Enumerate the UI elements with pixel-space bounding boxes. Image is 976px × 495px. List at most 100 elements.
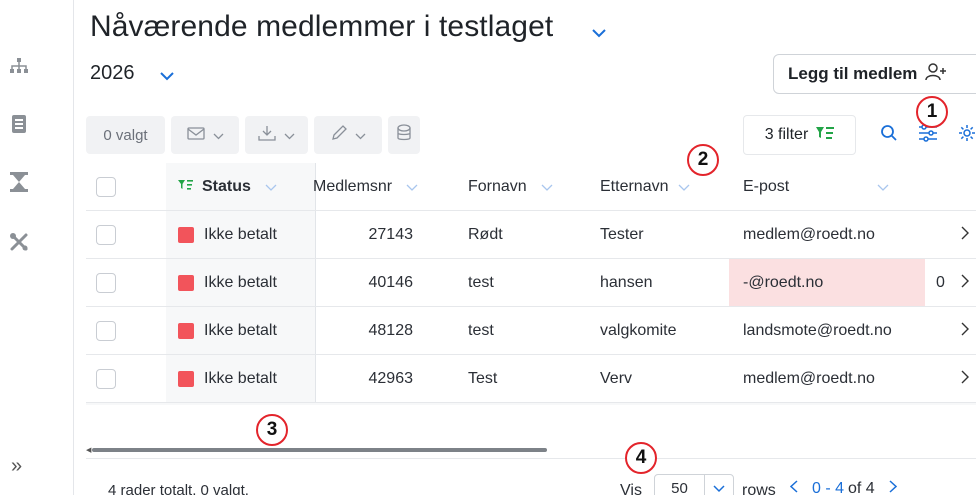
extra-cell: 0 bbox=[936, 273, 945, 291]
row-checkbox[interactable] bbox=[96, 320, 116, 341]
epost-cell: medlem@roedt.no bbox=[743, 225, 875, 243]
sort-chevron-icon[interactable] bbox=[406, 178, 418, 196]
column-header-label: Status bbox=[202, 177, 251, 195]
epost-cell: landsmote@roedt.no bbox=[743, 321, 892, 339]
unpaid-status-square-icon bbox=[178, 226, 194, 243]
callout-marker-2: 2 bbox=[687, 144, 719, 176]
gear-icon[interactable] bbox=[958, 124, 976, 147]
medlemsnr-cell: 48128 bbox=[368, 321, 414, 339]
filter-active-icon bbox=[178, 178, 194, 196]
sort-chevron-icon[interactable] bbox=[678, 178, 690, 196]
column-header-fornavn[interactable]: Fornavn bbox=[468, 163, 553, 210]
row-open-chevron-icon[interactable] bbox=[961, 370, 969, 389]
title-chevron-down-icon[interactable] bbox=[592, 25, 606, 43]
status-label: Ikke betalt bbox=[204, 225, 277, 243]
callout-marker-3: 3 bbox=[256, 414, 288, 446]
status-label: Ikke betalt bbox=[204, 321, 277, 339]
total-rows-text: 4 rader totalt, 0 valgt. bbox=[108, 482, 249, 495]
chevron-down-icon bbox=[355, 127, 366, 144]
etternavn-cell: hansen bbox=[600, 273, 653, 291]
chevron-down-icon bbox=[713, 480, 725, 495]
row-checkbox[interactable] bbox=[96, 224, 116, 245]
medlemsnr-cell: 27143 bbox=[368, 225, 414, 243]
edit-button[interactable] bbox=[314, 116, 382, 154]
etternavn-cell: valgkomite bbox=[600, 321, 677, 339]
bulk-actions-toolbar: 0 valgt bbox=[86, 116, 420, 154]
status-cell: Ikke betalt bbox=[166, 211, 316, 258]
sort-chevron-icon[interactable] bbox=[265, 178, 277, 196]
selected-count-button[interactable]: 0 valgt bbox=[86, 116, 165, 154]
column-header-label: Fornavn bbox=[468, 177, 527, 195]
select-all-checkbox-cell bbox=[96, 163, 116, 210]
chevron-down-icon bbox=[213, 127, 224, 144]
add-member-label: Legg til medlem bbox=[788, 64, 918, 83]
contacts-book-icon[interactable] bbox=[9, 114, 29, 134]
rows-per-page-select[interactable]: 50 bbox=[654, 474, 734, 495]
row-checkbox[interactable] bbox=[96, 272, 116, 293]
download-button[interactable] bbox=[245, 116, 308, 154]
database-button[interactable] bbox=[388, 116, 420, 154]
tools-icon[interactable] bbox=[9, 232, 29, 252]
selected-count-label: 0 valgt bbox=[103, 126, 148, 144]
status-cell: Ikke betalt bbox=[166, 307, 316, 354]
pencil-icon bbox=[331, 125, 347, 145]
org-chart-icon[interactable] bbox=[9, 56, 29, 76]
send-email-button[interactable] bbox=[171, 116, 239, 154]
add-user-icon bbox=[925, 62, 947, 87]
scroll-left-arrow-icon[interactable]: ◀ bbox=[86, 446, 91, 454]
page-range-text: 0 - 4 bbox=[812, 480, 845, 495]
medlemsnr-cell: 42963 bbox=[368, 369, 414, 387]
column-header-label: E-post bbox=[743, 177, 790, 195]
fornavn-cell: test bbox=[468, 273, 494, 291]
row-checkbox-cell bbox=[96, 259, 116, 306]
table-row[interactable]: Ikke betalt 48128 test valgkomite landsm… bbox=[86, 307, 976, 355]
previous-page-chevron-icon[interactable] bbox=[789, 480, 798, 495]
envelope-icon bbox=[186, 126, 205, 144]
fornavn-cell: Rødt bbox=[468, 225, 503, 243]
column-header-medlemsnr[interactable]: Medlemsnr bbox=[313, 163, 418, 210]
callout-marker-4: 4 bbox=[625, 442, 657, 474]
year-selector[interactable]: 2026 bbox=[90, 62, 135, 85]
filter-list-icon bbox=[816, 126, 835, 145]
table-row[interactable]: Ikke betalt 42963 Test Verv medlem@roedt… bbox=[86, 355, 976, 403]
year-chevron-down-icon[interactable] bbox=[160, 68, 174, 86]
add-member-button[interactable]: Legg til medlem bbox=[773, 54, 976, 94]
search-icon[interactable] bbox=[880, 124, 898, 147]
row-open-chevron-icon[interactable] bbox=[961, 226, 969, 245]
row-checkbox-cell bbox=[96, 355, 116, 402]
unpaid-status-square-icon bbox=[178, 274, 194, 291]
rows-per-page-value: 50 bbox=[655, 475, 705, 495]
status-label: Ikke betalt bbox=[204, 273, 277, 291]
column-header-epost[interactable]: E-post bbox=[743, 163, 923, 210]
members-table: Status Medlemsnr Fornavn Etternavn E-pos… bbox=[86, 163, 976, 405]
select-all-checkbox[interactable] bbox=[96, 176, 116, 197]
next-page-chevron-icon[interactable] bbox=[889, 480, 897, 495]
sort-chevron-icon[interactable] bbox=[541, 178, 553, 196]
status-cell: Ikke betalt bbox=[166, 259, 316, 306]
hourglass-icon[interactable] bbox=[9, 172, 29, 192]
unpaid-status-square-icon bbox=[178, 370, 194, 387]
status-label: Ikke betalt bbox=[204, 369, 277, 387]
column-header-label: Etternavn bbox=[600, 177, 669, 195]
row-open-chevron-icon[interactable] bbox=[961, 322, 969, 341]
table-row[interactable]: Ikke betalt 27143 Rødt Tester medlem@roe… bbox=[86, 211, 976, 259]
column-header-etternavn[interactable]: Etternavn bbox=[600, 163, 690, 210]
left-sidebar: » bbox=[0, 0, 74, 495]
fornavn-cell: Test bbox=[468, 369, 498, 387]
sort-chevron-icon[interactable] bbox=[877, 178, 889, 196]
status-cell: Ikke betalt bbox=[166, 355, 316, 402]
row-checkbox[interactable] bbox=[96, 368, 116, 389]
horizontal-scrollbar[interactable] bbox=[92, 448, 547, 452]
filter-button[interactable]: 3 filter bbox=[743, 115, 856, 155]
database-icon bbox=[396, 124, 412, 146]
download-icon bbox=[258, 125, 276, 145]
expand-sidebar-button[interactable]: » bbox=[11, 455, 22, 478]
page-total-text: of 4 bbox=[848, 480, 875, 495]
pagination: 0 - 4 of 4 bbox=[789, 480, 897, 495]
column-header-label: Medlemsnr bbox=[313, 177, 393, 195]
table-row[interactable]: Ikke betalt 40146 test hansen -@roedt.no… bbox=[86, 259, 976, 307]
row-open-chevron-icon[interactable] bbox=[961, 274, 969, 293]
epost-cell-invalid: -@roedt.no bbox=[729, 259, 925, 306]
etternavn-cell: Tester bbox=[600, 225, 644, 243]
column-header-status[interactable]: Status bbox=[166, 163, 316, 210]
